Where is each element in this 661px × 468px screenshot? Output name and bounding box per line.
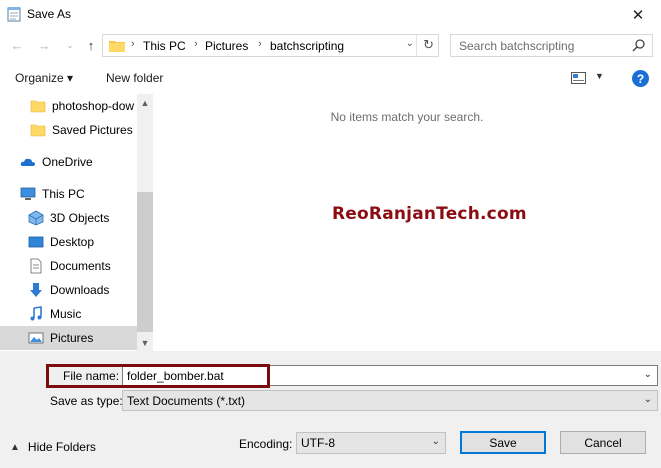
sidebar-item-pictures[interactable]: Pictures [0,326,137,350]
help-icon[interactable]: ? [632,70,649,87]
navigation-pane: photoshop-dow Saved Pictures OneDrive Th… [0,94,153,351]
breadcrumb-pictures[interactable]: Pictures [205,39,248,53]
cancel-button[interactable]: Cancel [560,431,646,454]
close-icon[interactable]: ✕ [615,0,661,30]
cloud-icon [20,158,35,166]
search-input[interactable]: Search batchscripting [450,34,653,57]
watermark: ReoRanjanTech.com [332,204,527,224]
command-toolbar: Organize ▾ New folder ▼ ? [0,62,661,94]
encoding-select[interactable]: UTF-8 ⌄ [296,432,446,454]
notepad-icon [7,7,21,22]
search-placeholder: Search batchscripting [459,39,575,53]
chevron-down-icon[interactable]: ⌄ [432,436,440,447]
sidebar-item-label: This PC [42,187,85,201]
save-as-type-value: Text Documents (*.txt) [127,394,246,408]
divider [416,35,417,56]
chevron-down-icon[interactable]: ⌄ [644,369,652,380]
breadcrumb-this-pc[interactable]: This PC [143,39,186,53]
sidebar-item-label: Saved Pictures [52,123,133,137]
sidebar-item-label: Documents [50,259,111,273]
sidebar-item-label: photoshop-dow [52,99,135,113]
sidebar-item-onedrive[interactable]: OneDrive [0,150,137,174]
save-button[interactable]: Save [460,431,546,454]
navigation-bar: ← → ⌄ ↑ › This PC › Pictures › batchscri… [0,30,661,61]
search-icon [632,39,645,52]
new-folder-button[interactable]: New folder [106,71,163,85]
sidebar-item-saved-pictures[interactable]: Saved Pictures [0,118,137,142]
hide-folders-label: Hide Folders [27,440,96,454]
view-options-icon[interactable] [571,72,586,84]
download-icon [30,283,42,297]
folder-icon [109,41,125,52]
sidebar-item-photoshop-downloads[interactable]: photoshop-dow [0,94,137,118]
sidebar-item-label: Music [50,307,82,321]
cube-icon [28,210,44,226]
sidebar-item-downloads[interactable]: Downloads [0,278,137,302]
recent-locations-chevron-icon[interactable]: ⌄ [62,37,78,53]
scroll-down-icon[interactable]: ▼ [137,334,153,351]
sidebar-item-3d-objects[interactable]: 3D Objects [0,206,137,230]
hide-folders-button[interactable]: ▲ Hide Folders [10,440,96,454]
organize-button[interactable]: Organize ▾ [15,71,73,85]
sidebar-item-music[interactable]: Music [0,302,137,326]
document-icon [30,258,42,274]
encoding-value: UTF-8 [301,436,335,450]
sidebar-item-label: OneDrive [42,155,93,169]
save-as-type-label: Save as type: [50,394,123,408]
music-icon [30,306,42,321]
sidebar-item-label: Downloads [50,283,110,297]
title-bar: Save As ✕ [0,0,661,30]
refresh-icon[interactable]: ↻ [423,37,434,53]
sidebar-item-desktop[interactable]: Desktop [0,230,137,254]
pictures-icon [28,332,44,344]
save-as-type-select[interactable]: Text Documents (*.txt) ⌄ [122,390,658,411]
breadcrumb-separator: › [194,38,198,50]
window-title: Save As [27,7,72,21]
back-arrow-icon[interactable]: ← [9,37,25,53]
address-bar[interactable]: › This PC › Pictures › batchscripting ⌄ … [102,34,439,57]
save-form-panel: File name: folder_bomber.bat ⌄ Save as t… [0,351,661,468]
sidebar-scroll-thumb[interactable] [137,192,153,332]
folder-icon [30,100,46,113]
chevron-down-icon[interactable]: ⌄ [644,394,652,405]
chevron-up-icon: ▲ [10,441,20,453]
breadcrumb-separator: › [258,38,262,50]
sidebar-item-label: Pictures [50,331,94,345]
sidebar-item-this-pc[interactable]: This PC [0,182,137,206]
sidebar-item-documents[interactable]: Documents [0,254,137,278]
forward-arrow-icon[interactable]: → [36,37,52,53]
view-dropdown-icon[interactable]: ▼ [595,71,604,81]
scroll-up-icon[interactable]: ▲ [137,94,153,111]
breadcrumb-batchscripting[interactable]: batchscripting [270,39,344,53]
highlight-box [46,364,270,388]
sidebar-item-label: 3D Objects [50,211,110,225]
desktop-icon [28,236,44,248]
sidebar-item-label: Desktop [50,235,95,249]
breadcrumb-separator: › [131,38,135,50]
folder-icon [30,124,46,137]
empty-message: No items match your search. [330,110,484,124]
encoding-label: Encoding: [239,437,293,451]
up-arrow-icon[interactable]: ↑ [83,37,99,53]
address-dropdown-icon[interactable]: ⌄ [406,38,414,49]
computer-icon [20,187,36,200]
